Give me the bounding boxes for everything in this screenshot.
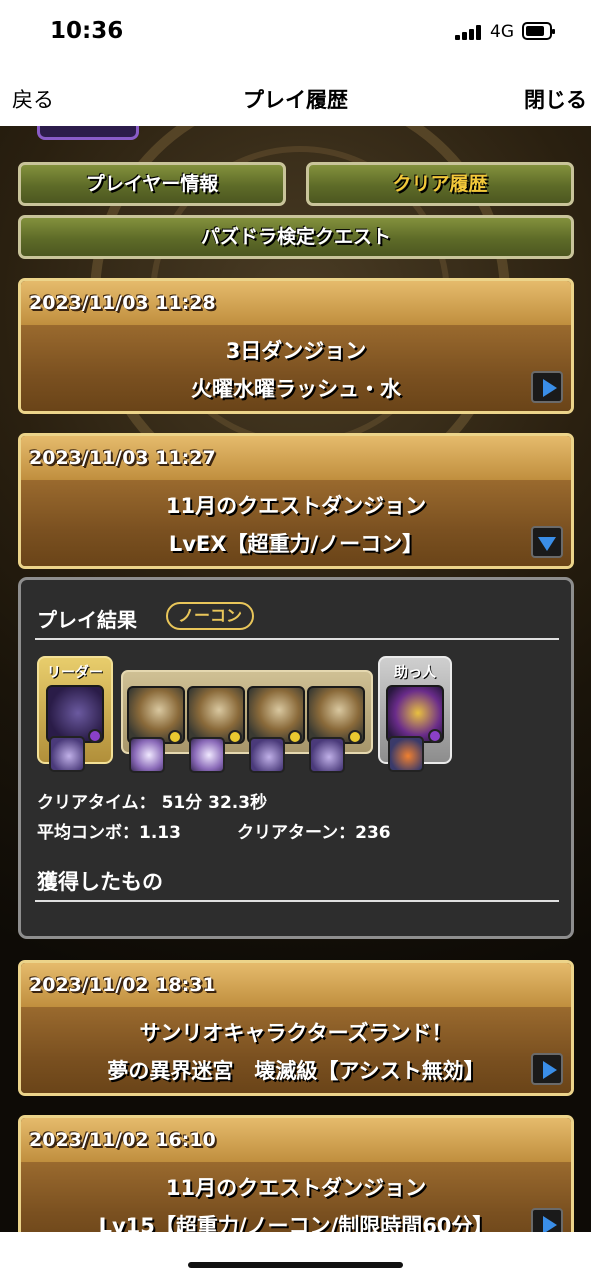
entry-body: 11月のクエストダンジョン LvEX【超重力/ノーコン】 (21, 480, 571, 566)
game-screen[interactable]: プレイヤー情報 クリア履歴 パズドラ検定クエスト 2023/11/03 11:2… (0, 126, 591, 1232)
leader-label: リーダー (47, 665, 103, 681)
history-entry[interactable]: 2023/11/02 16:10 11月のクエストダンジョン Lv15【超重力/… (18, 1115, 574, 1232)
close-button[interactable]: 閉じる (524, 84, 587, 114)
history-entry[interactable]: 2023/11/02 18:31 サンリオキャラクターズランド！ 夢の異界迷宮 … (18, 960, 574, 1096)
helper-assist-icon[interactable] (388, 736, 424, 772)
play-result-panel: プレイ結果 ノーコン リーダー 助っ人 クリアタイム： 51分 32.3秒 平均… (18, 577, 574, 939)
result-title: プレイ結果 (37, 608, 137, 632)
leader-assist-icon[interactable] (49, 736, 85, 772)
entry-body: 3日ダンジョン 火曜水曜ラッシュ・水 (21, 325, 571, 411)
entry-subtitle: LvEX【超重力/ノーコン】 (168, 532, 424, 556)
average-combo: 平均コンボ：1.13 (37, 823, 181, 843)
entry-body: サンリオキャラクターズランド！ 夢の異界迷宮 壊滅級【アシスト無効】 (21, 1007, 571, 1093)
no-continue-badge: ノーコン (166, 602, 255, 630)
down-arrow-icon (538, 537, 556, 551)
battery-icon (522, 22, 555, 40)
home-indicator[interactable] (188, 1262, 403, 1268)
entry-body: 11月のクエストダンジョン Lv15【超重力/ノーコン/制限時間60分】 (21, 1162, 571, 1232)
clear-turns: クリアターン：236 (237, 823, 391, 843)
obtained-items-heading: 獲得したもの (37, 870, 163, 894)
sub-assist-icon[interactable] (189, 737, 225, 773)
signal-icon (455, 24, 483, 40)
entry-title: 11月のクエストダンジョン (165, 494, 427, 518)
attribute-orb-icon (88, 729, 102, 743)
sub-assist-icon[interactable] (309, 737, 345, 773)
scrolled-monster-icon (37, 126, 139, 140)
attribute-orb-icon (228, 730, 242, 744)
tab-player-info[interactable]: プレイヤー情報 (18, 162, 286, 206)
status-time: 10:36 (50, 18, 124, 44)
entry-date: 2023/11/03 11:27 (21, 436, 571, 480)
play-arrow-icon (543, 379, 557, 397)
divider (35, 900, 559, 902)
play-arrow-icon (543, 1216, 557, 1232)
page-title: プレイ履歴 (243, 88, 348, 112)
attribute-orb-icon (168, 730, 182, 744)
status-bar: 10:36 4G (0, 0, 591, 64)
expand-button[interactable] (531, 371, 563, 403)
entry-date: 2023/11/02 18:31 (21, 963, 571, 1007)
entry-date: 2023/11/03 11:28 (21, 281, 571, 325)
clear-time: クリアタイム： 51分 32.3秒 (37, 793, 268, 813)
attribute-orb-icon (288, 730, 302, 744)
entry-date: 2023/11/02 16:10 (21, 1118, 571, 1162)
entry-subtitle: 火曜水曜ラッシュ・水 (191, 377, 401, 401)
expand-button[interactable] (531, 1053, 563, 1085)
attribute-orb-icon (428, 729, 442, 743)
navigation-bar: 戻る プレイ履歴 閉じる (0, 64, 591, 126)
helper-label: 助っ人 (394, 665, 436, 681)
entry-title: 11月のクエストダンジョン (165, 1176, 427, 1200)
entry-title: 3日ダンジョン (225, 339, 367, 363)
sub-assist-icon[interactable] (249, 737, 285, 773)
play-arrow-icon (543, 1061, 557, 1079)
network-type: 4G (490, 22, 514, 42)
tab-exam-quest[interactable]: パズドラ検定クエスト (18, 215, 574, 259)
history-entry[interactable]: 2023/11/03 11:28 3日ダンジョン 火曜水曜ラッシュ・水 (18, 278, 574, 414)
attribute-orb-icon (348, 730, 362, 744)
collapse-button[interactable] (531, 526, 563, 558)
sub-assist-icon[interactable] (129, 737, 165, 773)
divider (35, 638, 559, 640)
entry-subtitle: Lv15【超重力/ノーコン/制限時間60分】 (98, 1214, 494, 1232)
entry-title: サンリオキャラクターズランド！ (139, 1021, 453, 1045)
entry-subtitle: 夢の異界迷宮 壊滅級【アシスト無効】 (107, 1059, 485, 1083)
bottom-safe-area (0, 1232, 591, 1280)
tab-clear-history[interactable]: クリア履歴 (306, 162, 574, 206)
history-entry[interactable]: 2023/11/03 11:27 11月のクエストダンジョン LvEX【超重力/… (18, 433, 574, 569)
expand-button[interactable] (531, 1208, 563, 1232)
